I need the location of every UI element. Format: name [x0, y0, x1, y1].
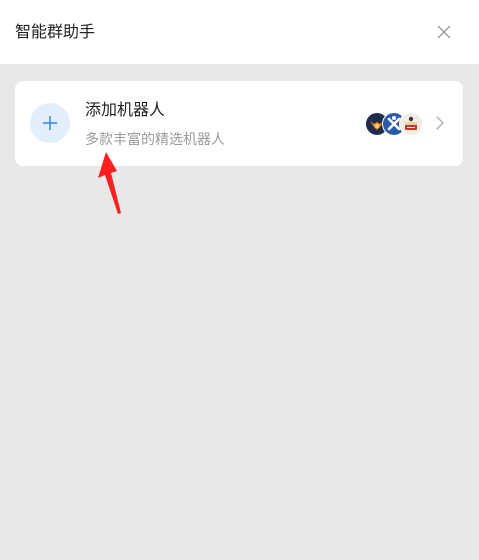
close-button[interactable]	[432, 20, 456, 44]
smart-group-assistant-panel: 智能群助手 添加机器人 多款丰富的精选机器人	[0, 0, 479, 560]
red-arrow-annotation	[98, 152, 121, 214]
plus-icon	[43, 116, 57, 130]
panel-title: 智能群助手	[15, 22, 96, 41]
add-bot-button[interactable]	[30, 103, 70, 143]
bot-avatar-cake	[399, 112, 423, 136]
chevron-right-icon	[433, 113, 447, 133]
close-icon	[437, 25, 451, 39]
bot-avatar-stack	[365, 112, 425, 136]
panel-header: 智能群助手	[0, 0, 479, 64]
add-bot-title: 添加机器人	[85, 100, 166, 119]
add-bot-card[interactable]: 添加机器人 多款丰富的精选机器人	[15, 81, 463, 166]
add-bot-subtitle: 多款丰富的精选机器人	[85, 132, 225, 148]
